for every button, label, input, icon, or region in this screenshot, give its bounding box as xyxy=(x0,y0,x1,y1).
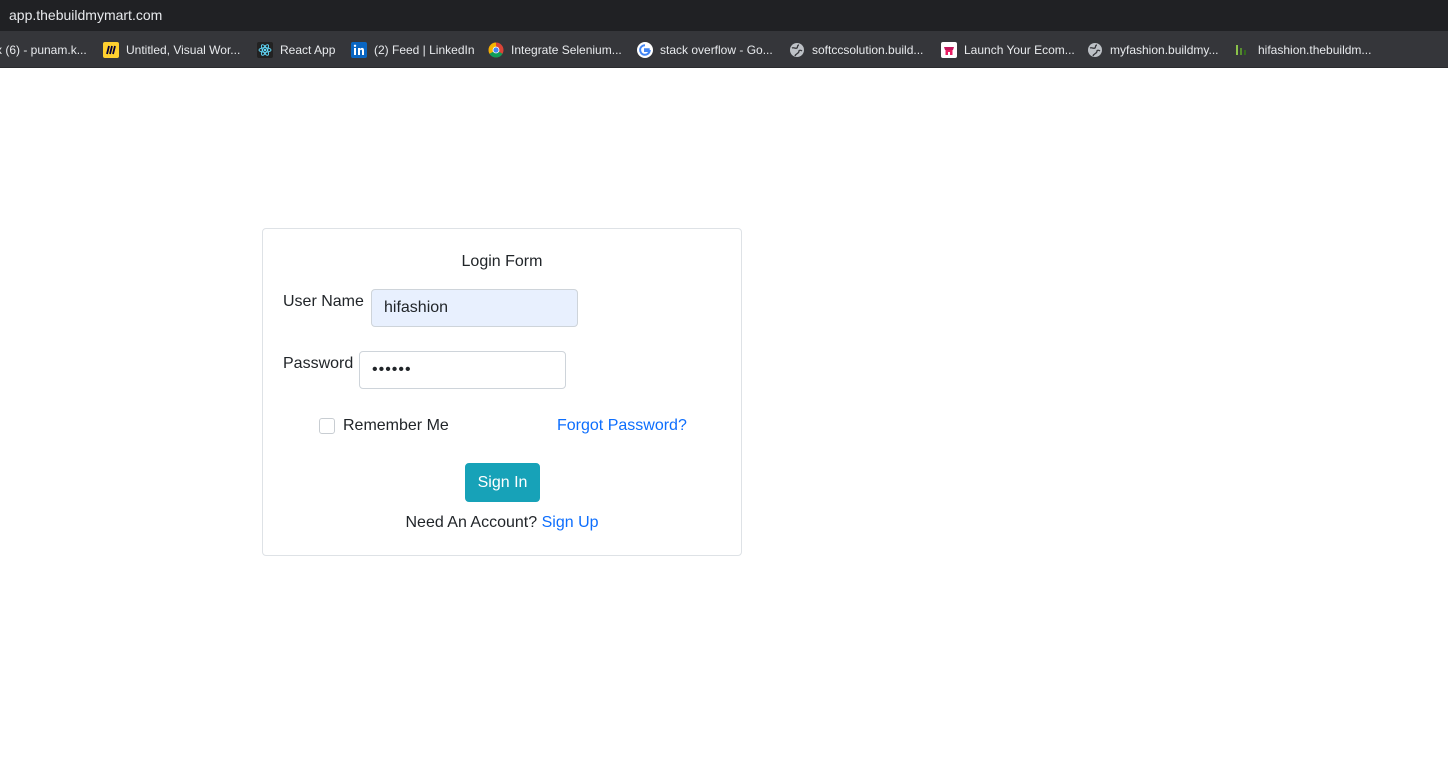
google-icon xyxy=(637,41,653,58)
login-card: Login Form User Name Password Remember M… xyxy=(262,228,742,556)
linkedin-icon xyxy=(351,41,367,58)
globe-icon xyxy=(789,42,805,58)
need-account-text: Need An Account? xyxy=(405,514,538,531)
signup-prompt: Need An Account? Sign Up xyxy=(263,514,741,532)
bookmark-label: React App xyxy=(280,42,336,57)
login-form-title: Login Form xyxy=(461,253,543,270)
bookmark-item[interactable]: Launch Your Ecom... xyxy=(941,41,1075,58)
username-label: User Name xyxy=(283,293,364,310)
globe-icon xyxy=(1087,42,1103,58)
forgot-password-link[interactable]: Forgot Password? xyxy=(557,417,687,435)
username-input[interactable] xyxy=(371,289,578,327)
bookmark-item[interactable]: softccsolution.build... xyxy=(789,41,923,58)
react-icon xyxy=(257,41,273,58)
bookmark-label: x (6) - punam.k... xyxy=(0,42,87,57)
bookmark-label: softccsolution.build... xyxy=(812,42,924,57)
remember-me-checkbox[interactable] xyxy=(319,418,335,434)
bookmark-label: Integrate Selenium... xyxy=(511,42,622,57)
bookmark-item[interactable]: x (6) - punam.k... xyxy=(0,41,87,58)
miro-icon xyxy=(103,41,119,58)
bookmark-label: (2) Feed | LinkedIn xyxy=(374,42,475,57)
url-text[interactable]: app.thebuildmymart.com xyxy=(9,7,162,23)
password-label: Password xyxy=(283,355,354,372)
browser-address-bar[interactable]: app.thebuildmymart.com xyxy=(0,0,1448,31)
sign-in-button[interactable]: Sign In xyxy=(465,463,540,502)
password-input[interactable] xyxy=(359,351,566,389)
sign-up-link[interactable]: Sign Up xyxy=(542,514,599,531)
bookmark-item[interactable]: hifashion.thebuildm... xyxy=(1235,41,1371,58)
bookmark-label: myfashion.buildmy... xyxy=(1110,42,1219,57)
site-icon xyxy=(1235,42,1251,58)
bookmark-item[interactable]: Integrate Selenium... xyxy=(488,41,622,58)
bookmarks-bar: x (6) - punam.k... Untitled, Visual Wor.… xyxy=(0,31,1448,68)
bookmark-item[interactable]: myfashion.buildmy... xyxy=(1087,41,1219,58)
bookmark-item[interactable]: stack overflow - Go... xyxy=(637,41,773,58)
bookmark-item[interactable]: Untitled, Visual Wor... xyxy=(103,41,240,58)
bookmark-label: stack overflow - Go... xyxy=(660,42,773,57)
bookmark-label: hifashion.thebuildm... xyxy=(1258,42,1372,57)
bookmark-item[interactable]: (2) Feed | LinkedIn xyxy=(351,41,475,58)
remember-me-label: Remember Me xyxy=(343,417,449,434)
bookmark-label: Launch Your Ecom... xyxy=(964,42,1075,57)
chrome-icon xyxy=(488,42,504,58)
store-icon xyxy=(941,41,957,58)
bookmark-item[interactable]: React App xyxy=(257,41,335,58)
bookmark-label: Untitled, Visual Wor... xyxy=(126,42,241,57)
